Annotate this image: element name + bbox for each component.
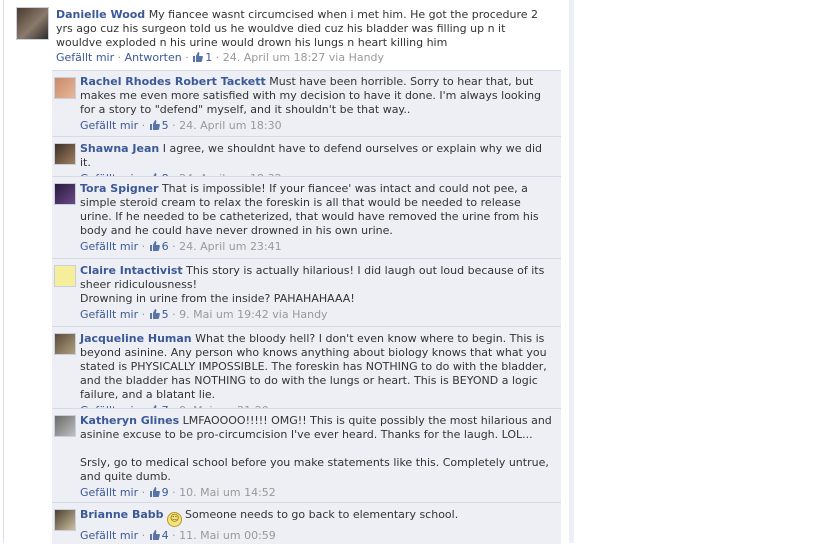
avatar[interactable]	[54, 77, 76, 99]
reply-item: Rachel Rhodes Robert Tackett Must have b…	[52, 70, 561, 137]
reply-item: Shawna Jean I agree, we shouldnt have to…	[52, 136, 561, 185]
comment-text-line2: Drowning in urine from the inside? PAHAH…	[80, 292, 355, 305]
reply-item: Claire Intactivist This story is actuall…	[52, 258, 561, 327]
commenter-name[interactable]: Katheryn Glines	[80, 414, 179, 427]
avatar[interactable]	[54, 509, 76, 531]
timestamp: 24. April um 18:27 via Handy	[222, 51, 385, 64]
like-link[interactable]: Gefällt mir	[80, 486, 138, 499]
reply-item: Tora Spigner That is impossible! If your…	[52, 176, 561, 259]
timestamp: 11. Mai um 00:59	[179, 529, 276, 542]
like-count[interactable]: 5	[149, 308, 169, 321]
avatar[interactable]	[54, 183, 76, 205]
reply-item: Brianne Babb ☺ Someone needs to go back t…	[52, 502, 561, 544]
thumbs-up-icon	[149, 530, 160, 540]
reply-link[interactable]: Antworten	[125, 51, 182, 64]
thumbs-up-icon	[193, 52, 204, 62]
commenter-name[interactable]: Jacqueline Human	[80, 332, 192, 345]
avatar[interactable]	[54, 143, 76, 165]
comment-thread: Danielle Wood My fiancee wasnt circumcis…	[3, 0, 571, 544]
like-count[interactable]: 6	[149, 240, 169, 253]
avatar[interactable]	[54, 265, 76, 287]
timestamp: 24. April um 18:30	[179, 119, 282, 132]
reply-item: Katheryn Glines LMFAOOOO!!!!! OMG!! This…	[52, 408, 561, 503]
commenter-name[interactable]: Claire Intactivist	[80, 264, 183, 277]
commenter-name[interactable]: Shawna Jean	[80, 142, 159, 155]
like-count[interactable]: 9	[149, 486, 169, 499]
like-link[interactable]: Gefällt mir	[56, 51, 114, 64]
commenter-name[interactable]: Danielle Wood	[56, 8, 145, 21]
like-link[interactable]: Gefällt mir	[80, 308, 138, 321]
comment-meta: Gefällt mir · 5 · 9. Mai um 19:42 via Ha…	[80, 308, 328, 321]
comment-text: Someone needs to go back to elementary s…	[185, 508, 459, 521]
avatar[interactable]	[16, 7, 49, 40]
top-comment: Danielle Wood My fiancee wasnt circumcis…	[56, 8, 546, 65]
like-count[interactable]: 1	[192, 51, 212, 64]
scroll-gutter	[569, 0, 574, 543]
like-link[interactable]: Gefällt mir	[80, 119, 138, 132]
comment-meta: Gefällt mir · 5 · 24. April um 18:30	[80, 119, 282, 132]
comment-meta: Gefällt mir · Antworten · 1 · 24. April …	[56, 51, 385, 64]
timestamp: 24. April um 23:41	[179, 240, 282, 253]
comment-meta: Gefällt mir · 6 · 24. April um 23:41	[80, 240, 282, 253]
comment-text-line2: Srsly, go to medical school before you m…	[80, 456, 549, 483]
thumbs-up-icon	[149, 487, 160, 497]
like-count[interactable]: 4	[149, 529, 169, 542]
like-link[interactable]: Gefällt mir	[80, 240, 138, 253]
like-link[interactable]: Gefällt mir	[80, 529, 138, 542]
timestamp: 9. Mai um 19:42 via Handy	[179, 308, 328, 321]
reply-item: Jacqueline Human What the bloody hell? I…	[52, 326, 561, 417]
timestamp: 10. Mai um 14:52	[179, 486, 276, 499]
comment-meta: Gefällt mir · 9 · 10. Mai um 14:52	[80, 486, 276, 499]
thumbs-up-icon	[149, 120, 160, 130]
comment-meta: Gefällt mir · 4 · 11. Mai um 00:59	[80, 529, 276, 542]
like-count[interactable]: 5	[149, 119, 169, 132]
thumbs-up-icon	[149, 241, 160, 251]
smiley-icon: ☺	[167, 512, 183, 527]
commenter-name[interactable]: Rachel Rhodes Robert Tackett	[80, 75, 266, 88]
avatar[interactable]	[54, 333, 76, 355]
avatar[interactable]	[54, 415, 76, 437]
thumbs-up-icon	[149, 309, 160, 319]
commenter-name[interactable]: Brianne Babb	[80, 508, 164, 521]
commenter-name[interactable]: Tora Spigner	[80, 182, 158, 195]
